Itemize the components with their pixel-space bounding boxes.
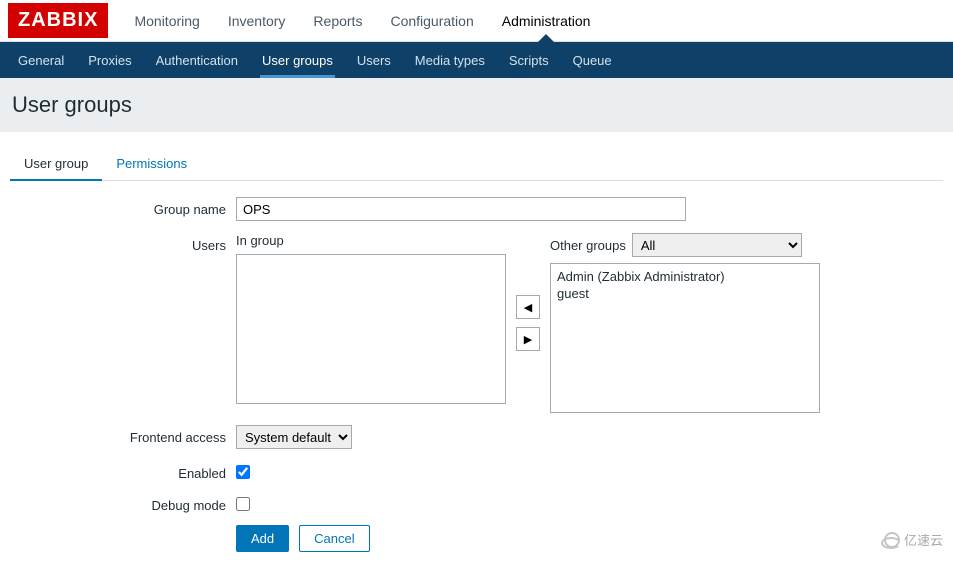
- in-group-column: In group: [236, 233, 506, 413]
- page-title: User groups: [12, 92, 941, 118]
- mainnav-administration[interactable]: Administration: [488, 0, 605, 41]
- subnav-proxies[interactable]: Proxies: [76, 42, 143, 78]
- other-groups-header: Other groups: [550, 238, 626, 253]
- mainnav-configuration[interactable]: Configuration: [376, 0, 487, 41]
- move-buttons-column: ◀ ▶: [506, 233, 550, 413]
- subnav-media-types[interactable]: Media types: [403, 42, 497, 78]
- triangle-left-icon: ◀: [524, 301, 532, 314]
- watermark: 亿速云: [884, 530, 943, 549]
- move-left-button[interactable]: ◀: [516, 295, 540, 319]
- group-name-input[interactable]: [236, 197, 686, 221]
- in-group-listbox[interactable]: [236, 254, 506, 404]
- top-bar: ZABBIX Monitoring Inventory Reports Conf…: [0, 0, 953, 42]
- enabled-checkbox[interactable]: [236, 465, 250, 479]
- mainnav-monitoring[interactable]: Monitoring: [120, 0, 213, 41]
- triangle-right-icon: ▶: [524, 333, 532, 346]
- tab-permissions[interactable]: Permissions: [102, 150, 201, 180]
- user-group-form: Group name Users In group ◀ ▶: [10, 181, 943, 552]
- watermark-text: 亿速云: [904, 530, 943, 549]
- other-groups-select[interactable]: All: [632, 233, 802, 257]
- users-label: Users: [10, 233, 236, 253]
- frontend-access-label: Frontend access: [10, 425, 236, 445]
- tabs: User group Permissions: [10, 150, 943, 181]
- main-nav: Monitoring Inventory Reports Configurati…: [120, 0, 604, 41]
- page-header: User groups: [0, 78, 953, 132]
- subnav-general[interactable]: General: [6, 42, 76, 78]
- frontend-access-select[interactable]: System default: [236, 425, 352, 449]
- link-icon: [884, 532, 900, 548]
- list-item[interactable]: guest: [555, 285, 815, 302]
- logo: ZABBIX: [8, 3, 108, 38]
- subnav-users[interactable]: Users: [345, 42, 403, 78]
- move-right-button[interactable]: ▶: [516, 327, 540, 351]
- group-name-label: Group name: [10, 197, 236, 217]
- subnav-user-groups[interactable]: User groups: [250, 42, 345, 78]
- debug-mode-label: Debug mode: [10, 493, 236, 513]
- debug-mode-checkbox[interactable]: [236, 497, 250, 511]
- subnav-queue[interactable]: Queue: [561, 42, 624, 78]
- mainnav-inventory[interactable]: Inventory: [214, 0, 300, 41]
- list-item[interactable]: Admin (Zabbix Administrator): [555, 268, 815, 285]
- add-button[interactable]: Add: [236, 525, 289, 552]
- subnav-scripts[interactable]: Scripts: [497, 42, 561, 78]
- cancel-button[interactable]: Cancel: [299, 525, 369, 552]
- other-users-listbox[interactable]: Admin (Zabbix Administrator) guest: [550, 263, 820, 413]
- in-group-header: In group: [236, 233, 506, 248]
- tab-user-group[interactable]: User group: [10, 150, 102, 181]
- other-groups-column: Other groups All Admin (Zabbix Administr…: [550, 233, 820, 413]
- mainnav-reports[interactable]: Reports: [299, 0, 376, 41]
- enabled-label: Enabled: [10, 461, 236, 481]
- content-panel: User group Permissions Group name Users …: [0, 132, 953, 584]
- subnav-authentication[interactable]: Authentication: [144, 42, 250, 78]
- sub-nav: General Proxies Authentication User grou…: [0, 42, 953, 78]
